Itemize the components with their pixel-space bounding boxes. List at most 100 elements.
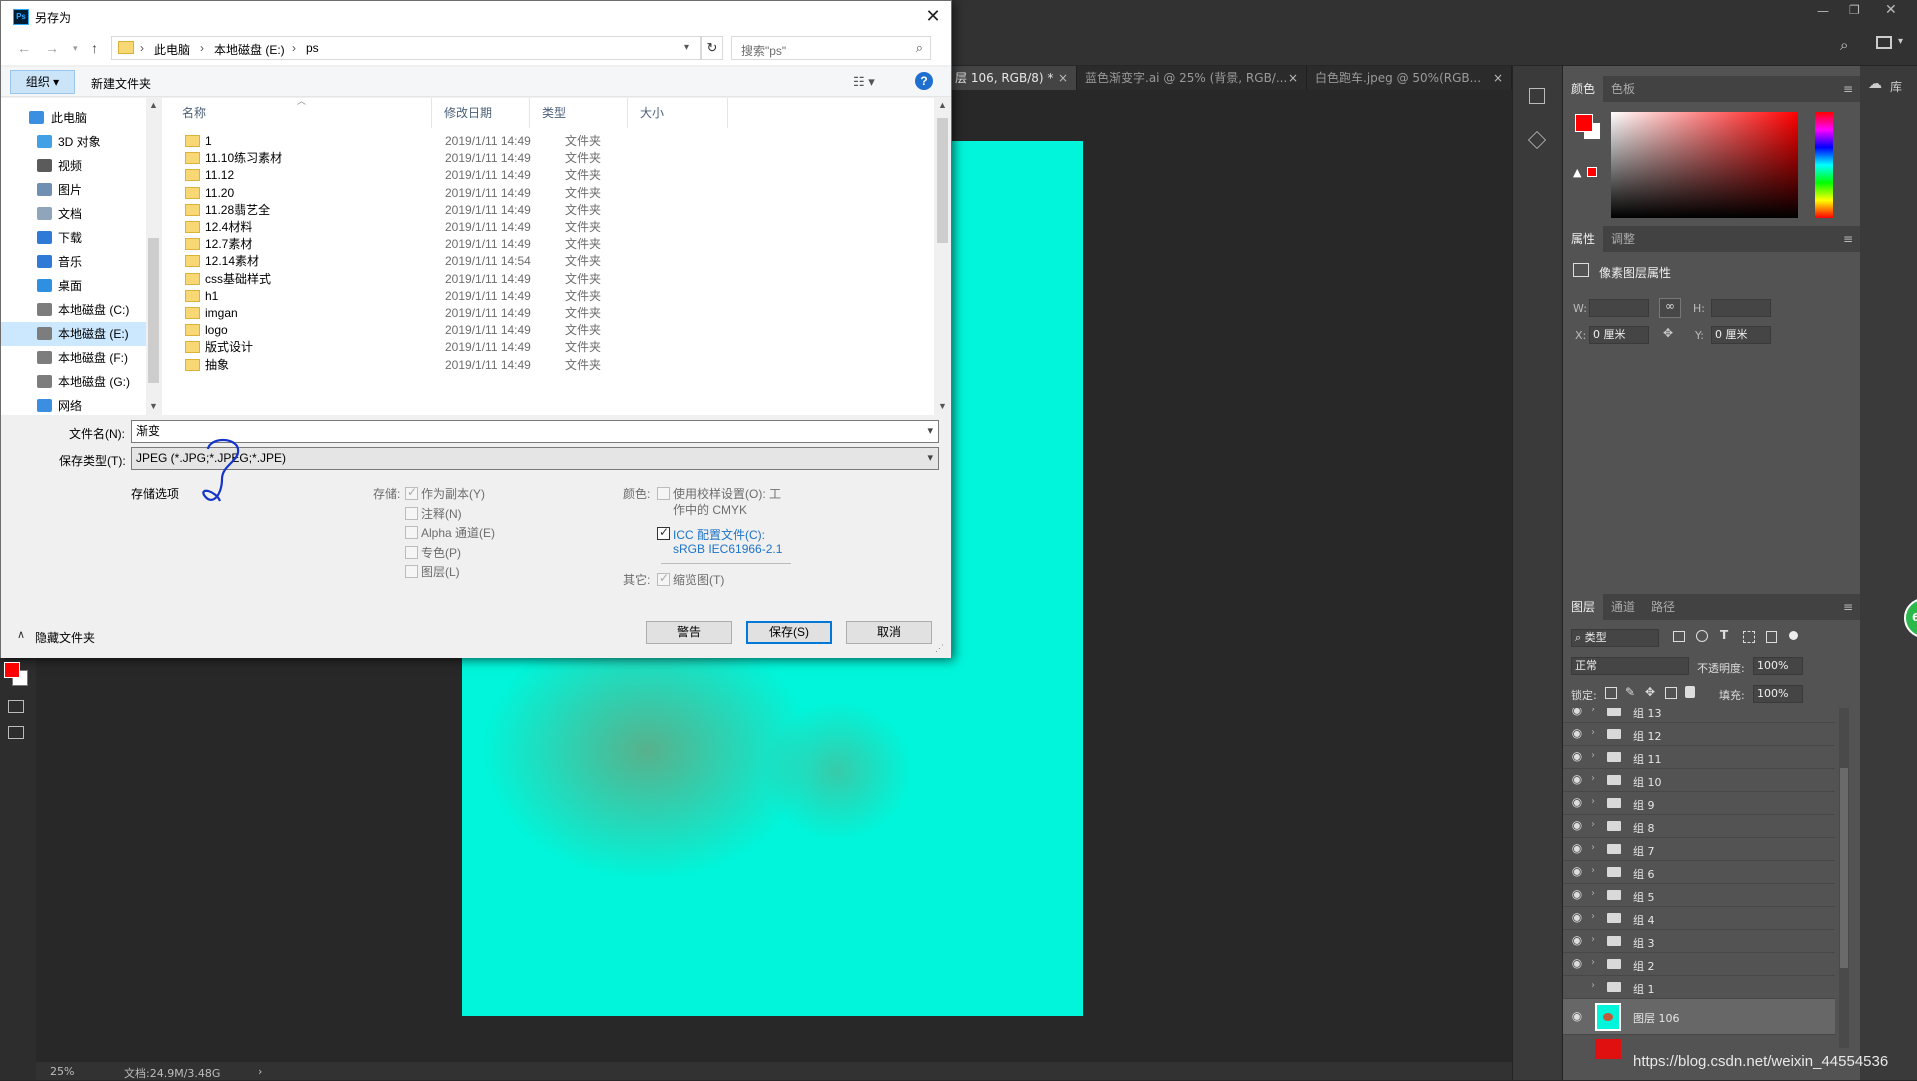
collapse-chevron-icon[interactable]: ∧ [17,628,25,641]
expand-arrow-icon[interactable]: › [1591,911,1595,922]
visibility-eye-icon[interactable]: ◉ [1569,910,1585,926]
lock-all-icon[interactable] [1685,686,1695,698]
layer-group-row[interactable]: ◉ › 组 5 [1563,884,1835,907]
tab-channels[interactable]: 通道 [1603,594,1643,620]
blend-mode-select[interactable]: 正常 [1571,657,1689,675]
tab-properties[interactable]: 属性 [1563,226,1604,252]
expand-arrow-icon[interactable]: › [1591,957,1595,968]
color-field[interactable] [1611,112,1798,218]
forward-arrow-icon[interactable]: → [45,40,59,56]
close-tab-icon[interactable]: × [1058,66,1068,90]
nav-scrollbar[interactable]: ▲ ▼ [146,98,161,415]
hide-folders-button[interactable]: 隐藏文件夹 [35,629,95,646]
breadcrumb-separator-icon[interactable]: › [140,41,144,55]
nav-item[interactable]: 文档 [1,202,146,226]
foreground-color-swatch[interactable] [4,662,20,678]
breadcrumb-separator-icon[interactable]: › [292,41,296,55]
expand-arrow-icon[interactable]: › [1591,796,1595,807]
fill-input[interactable]: 100% [1753,685,1803,703]
store-option-checkbox[interactable] [405,565,418,579]
refresh-icon[interactable]: ↻ [701,36,723,60]
layer-group-row[interactable]: › 组 1 [1563,976,1835,999]
y-input[interactable]: 0 厘米 [1711,326,1771,344]
visibility-eye-icon[interactable]: ◉ [1569,708,1585,719]
file-scrollbar[interactable]: ▲ ▼ [934,98,951,415]
width-input[interactable] [1589,299,1649,317]
tab-document-3[interactable]: 白色跑车.jpeg @ 50%(RGB... × [1307,66,1512,90]
close-window-icon[interactable]: ✕ [1885,2,1897,18]
up-arrow-icon[interactable]: ↑ [91,40,98,56]
store-option-checkbox[interactable]: ✓ [405,485,418,500]
layer-group-row[interactable]: ◉ › 组 2 [1563,953,1835,976]
cancel-button[interactable]: 取消 [846,621,932,644]
layer-group-row[interactable]: ◉ › 组 11 [1563,746,1835,769]
screen-mode-icon[interactable] [8,726,24,739]
nav-item[interactable]: 下载 [1,226,146,250]
visibility-eye-icon[interactable]: ◉ [1569,1009,1585,1025]
visibility-eye-icon[interactable]: ◉ [1569,933,1585,949]
save-button[interactable]: 保存(S) [746,621,832,644]
visibility-eye-icon[interactable] [1569,979,1585,995]
expand-arrow-icon[interactable]: › [1591,819,1595,830]
column-header-size[interactable]: 大小 [628,98,728,128]
expand-arrow-icon[interactable]: › [1591,980,1595,991]
status-expand-icon[interactable]: › [258,1065,262,1078]
filter-toggle-icon[interactable] [1789,631,1798,640]
height-input[interactable] [1711,299,1771,317]
layer-filter-select[interactable]: ⌕ 类型 [1571,629,1659,647]
workspace-icon[interactable] [1876,36,1892,49]
lock-paint-icon[interactable]: ✎ [1625,685,1635,699]
address-dropdown-icon[interactable]: ▾ [684,42,689,53]
visibility-eye-icon[interactable]: ◉ [1569,795,1585,811]
icc-profile-checkbox[interactable]: ✓ [657,525,670,540]
opacity-input[interactable]: 100% [1753,657,1803,675]
visibility-eye-icon[interactable]: ◉ [1569,956,1585,972]
recent-locations-icon[interactable]: ▾ [73,43,78,54]
filter-pixel-icon[interactable] [1673,631,1685,642]
layer-group-row[interactable]: ◉ › 组 13 [1563,708,1835,723]
workspace-dropdown-icon[interactable]: ▾ [1898,36,1903,47]
layer-group-row[interactable]: ◉ › 组 12 [1563,723,1835,746]
scroll-up-icon[interactable]: ▲ [149,100,158,110]
back-arrow-icon[interactable]: ← [17,40,31,56]
close-tab-icon[interactable]: × [1288,66,1298,90]
nav-item[interactable]: 网络 [1,394,146,415]
lock-transparent-icon[interactable] [1605,687,1617,699]
column-header-date[interactable]: 修改日期 [432,98,530,128]
breadcrumb-this-pc[interactable]: 此电脑 [154,41,190,58]
search-icon[interactable]: ⌕ [916,40,923,56]
filter-shape-icon[interactable] [1743,631,1755,643]
visibility-eye-icon[interactable]: ◉ [1569,772,1585,788]
restore-icon[interactable]: ❐ [1849,3,1860,17]
active-layer-row[interactable]: ◉ 图层 106 [1563,999,1835,1035]
file-scroll-thumb[interactable] [937,118,948,243]
column-header-type[interactable]: 类型 [530,98,628,128]
quick-mask-icon[interactable] [8,700,24,713]
nav-item[interactable]: 此电脑 [1,106,146,130]
search-input[interactable]: 搜索"ps" ⌕ [731,36,931,60]
address-bar[interactable]: › 此电脑 › 本地磁盘 (E:) › ps ▾ [111,36,701,60]
properties-strip-icon[interactable] [1527,130,1547,150]
panel-menu-icon[interactable]: ≡ [1843,226,1853,252]
breadcrumb-drive-e[interactable]: 本地磁盘 (E:) [214,41,285,58]
gamut-color-chip[interactable] [1587,167,1597,177]
x-input[interactable]: 0 厘米 [1589,326,1649,344]
expand-arrow-icon[interactable]: › [1591,865,1595,876]
lock-position-icon[interactable]: ✥ [1645,685,1655,699]
nav-item[interactable]: 本地磁盘 (F:) [1,346,146,370]
nav-item[interactable]: 本地磁盘 (G:) [1,370,146,394]
visibility-eye-icon[interactable]: ◉ [1569,749,1585,765]
zoom-level[interactable]: 25% [50,1065,74,1078]
expand-arrow-icon[interactable]: › [1591,842,1595,853]
scroll-down-icon[interactable]: ▼ [938,401,947,411]
history-icon[interactable] [1529,88,1545,104]
tab-document-1[interactable]: 层 106, RGB/8) * × [947,66,1077,90]
layer-group-row[interactable]: ◉ › 组 6 [1563,861,1835,884]
store-option-checkbox[interactable] [405,526,418,540]
layers-scrollbar[interactable] [1839,708,1849,1048]
filename-dropdown-icon[interactable]: ▾ [927,421,933,442]
libraries-label[interactable]: 库 [1890,78,1902,95]
hue-slider[interactable] [1815,112,1833,218]
help-icon[interactable]: ? [915,72,933,90]
expand-arrow-icon[interactable]: › [1591,750,1595,761]
